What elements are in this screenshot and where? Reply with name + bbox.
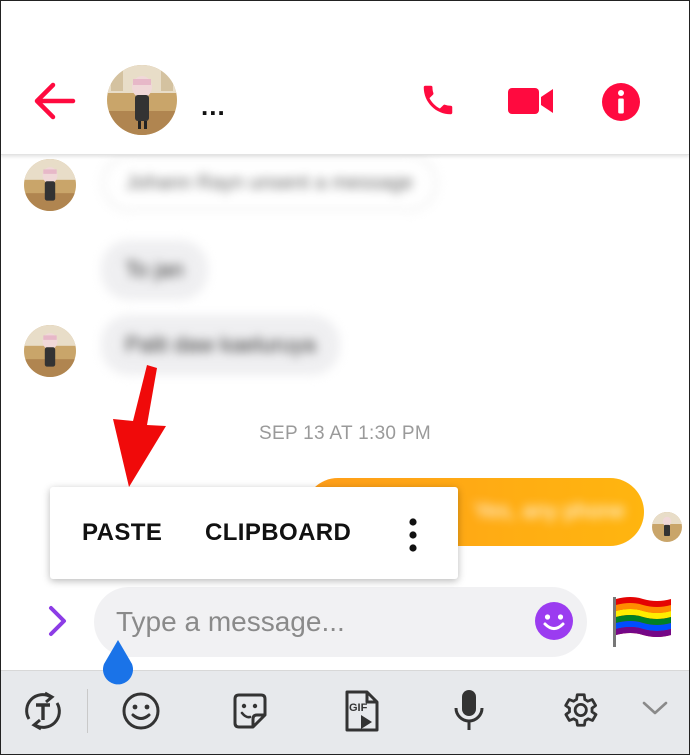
chevron-right-icon[interactable]: [47, 605, 69, 642]
info-icon[interactable]: [601, 82, 641, 127]
contact-name[interactable]: ...: [201, 91, 226, 122]
emoji-icon[interactable]: [121, 691, 161, 736]
paste-context-menu: PASTE CLIPBOARD: [50, 487, 458, 579]
toolbar-divider: [87, 689, 88, 733]
microphone-icon[interactable]: [452, 687, 486, 738]
text-translate-icon[interactable]: [21, 689, 65, 738]
messenger-screen: ... Johann Rayn unsent a message To jan …: [0, 0, 690, 755]
paste-button[interactable]: PASTE: [82, 519, 162, 547]
message-text: Yes, any phone: [474, 498, 625, 523]
avatar[interactable]: [24, 325, 76, 377]
chevron-down-icon[interactable]: [641, 699, 669, 722]
annotation-arrow-icon: [109, 363, 169, 494]
arrow-left-icon[interactable]: [31, 81, 77, 121]
emoji-icon[interactable]: [534, 601, 574, 641]
settings-icon[interactable]: [558, 689, 600, 736]
phone-icon[interactable]: [419, 81, 457, 124]
sticker-icon[interactable]: [230, 691, 270, 736]
message-input[interactable]: [116, 606, 506, 638]
pride-flag-icon[interactable]: [611, 595, 673, 654]
video-camera-icon[interactable]: [507, 85, 555, 122]
more-vertical-icon[interactable]: [406, 517, 420, 553]
message-timestamp: SEP 13 AT 1:30 PM: [259, 423, 431, 444]
chat-header: ...: [1, 1, 689, 155]
avatar[interactable]: [107, 65, 177, 135]
text-cursor-handle[interactable]: [98, 638, 138, 693]
gif-label: GIF: [349, 702, 368, 714]
gif-icon[interactable]: GIF: [341, 689, 381, 738]
avatar[interactable]: [24, 159, 76, 211]
system-message: Johann Rayn unsent a message: [102, 155, 437, 211]
seen-avatar: [652, 512, 682, 542]
message-bubble[interactable]: To jan: [101, 240, 208, 300]
clipboard-button[interactable]: CLIPBOARD: [205, 519, 351, 547]
